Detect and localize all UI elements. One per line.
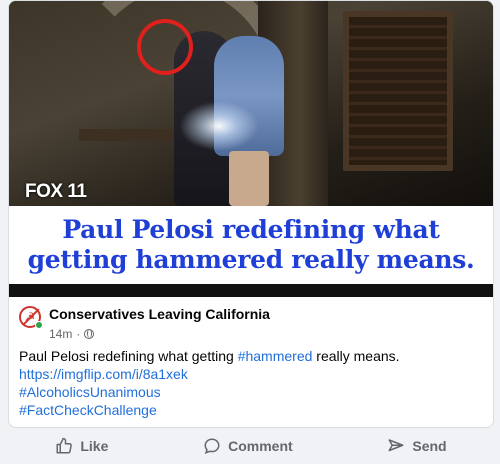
meta-separator: · [76,327,81,341]
post-header: ☭ Conservatives Leaving California 14m · [19,305,270,345]
like-label: Like [80,438,109,454]
red-circle-annotation [137,19,193,75]
image-bottom-edge [9,284,493,297]
comment-button[interactable]: Comment [185,431,311,461]
bodycam-photo: FOX 11 [9,1,493,206]
post-text-suffix: really means. [312,348,400,364]
online-status-dot [35,321,43,329]
imgflip-link[interactable]: https://imgflip.com/i/8a1xek [19,365,485,383]
person-legs [229,151,269,206]
meme-caption: Paul Pelosi redefining what getting hamm… [27,215,475,274]
post-meta: 14m · [49,326,270,342]
page-name-link[interactable]: Conservatives Leaving California [49,305,270,323]
comment-bubble-icon [203,437,221,455]
wooden-door [343,11,453,171]
flashlight-glare [179,101,259,151]
post-image[interactable]: FOX 11 Paul Pelosi redefining what getti… [9,1,493,297]
send-button[interactable]: Send [369,431,464,461]
comment-label: Comment [228,438,293,454]
meme-caption-band: Paul Pelosi redefining what getting hamm… [9,206,493,284]
post-action-bar: Like Comment Send [8,428,494,464]
fox11-logo: FOX 11 [25,181,87,202]
hashtag-fact-check-challenge[interactable]: #FactCheckChallenge [19,401,485,419]
thumbs-up-icon [55,437,73,455]
post-timestamp[interactable]: 14m [49,326,72,342]
post-text-line-1: Paul Pelosi redefining what getting #ham… [19,347,485,365]
like-button[interactable]: Like [37,431,126,461]
post-card: FOX 11 Paul Pelosi redefining what getti… [8,0,494,428]
post-text: Paul Pelosi redefining what getting #ham… [19,347,485,419]
hashtag-alcoholics-unanimous[interactable]: #AlcoholicsUnanimous [19,383,485,401]
globe-icon[interactable] [84,329,95,339]
send-label: Send [412,438,447,454]
page-avatar[interactable]: ☭ [19,306,43,329]
hashtag-hammered[interactable]: #hammered [238,348,313,364]
post-text-prefix: Paul Pelosi redefining what getting [19,348,238,364]
send-arrow-icon [387,437,405,455]
